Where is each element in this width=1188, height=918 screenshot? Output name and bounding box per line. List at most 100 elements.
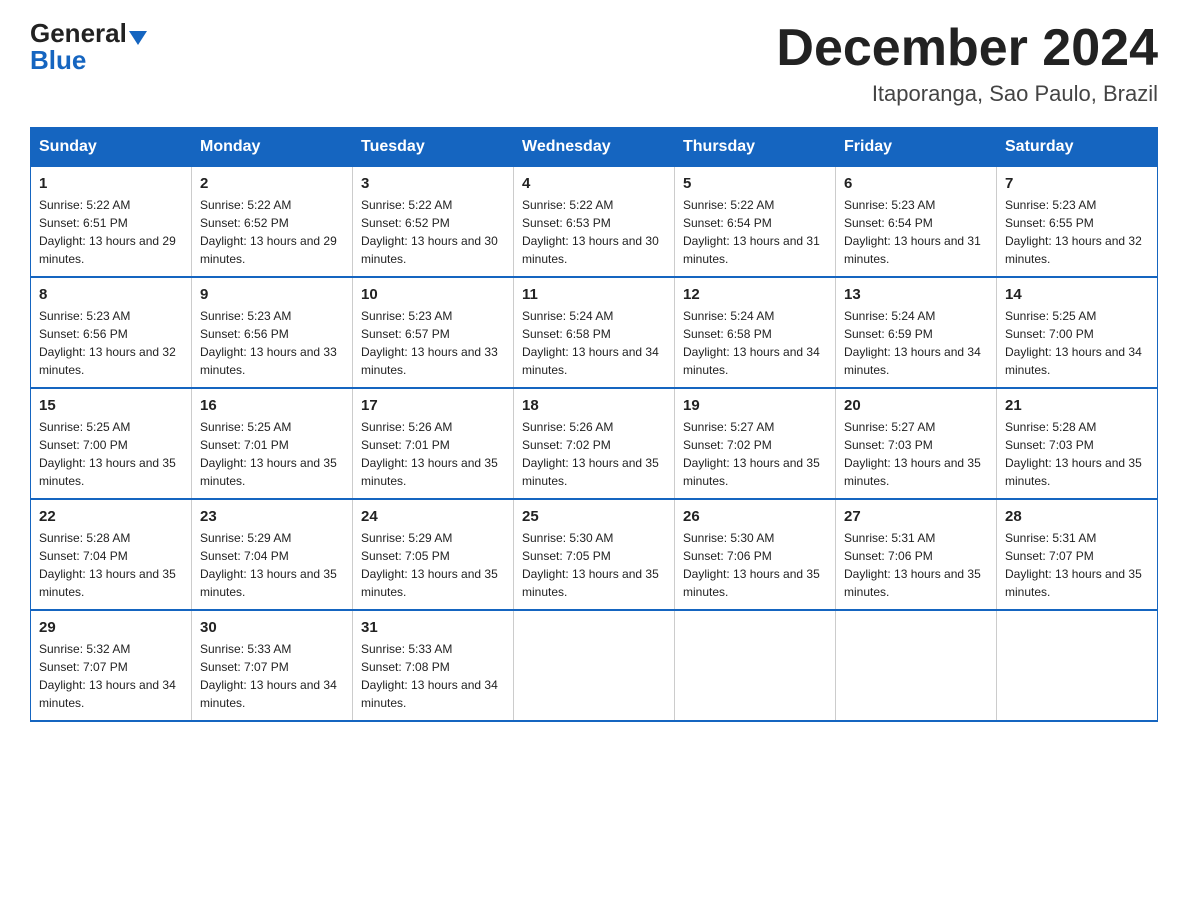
day-number: 2: [200, 175, 344, 192]
day-number: 20: [844, 397, 988, 414]
day-info: Sunrise: 5:28 AMSunset: 7:04 PMDaylight:…: [39, 529, 183, 601]
calendar-day-cell: 14 Sunrise: 5:25 AMSunset: 7:00 PMDayligh…: [997, 277, 1158, 388]
day-info: Sunrise: 5:23 AMSunset: 6:57 PMDaylight:…: [361, 307, 505, 379]
calendar-day-cell: 5 Sunrise: 5:22 AMSunset: 6:54 PMDaylight…: [675, 167, 836, 278]
day-number: 21: [1005, 397, 1149, 414]
col-thursday: Thursday: [675, 128, 836, 167]
calendar-day-cell: 28Sunrise: 5:31 AMSunset: 7:07 PMDayligh…: [997, 499, 1158, 610]
logo: General Blue: [30, 20, 147, 73]
day-number: 28: [1005, 508, 1149, 525]
day-info: Sunrise: 5:33 AMSunset: 7:07 PMDaylight:…: [200, 640, 344, 712]
day-number: 4: [522, 175, 666, 192]
day-info: Sunrise: 5:30 AMSunset: 7:05 PMDaylight:…: [522, 529, 666, 601]
calendar-day-cell: 10Sunrise: 5:23 AMSunset: 6:57 PMDayligh…: [353, 277, 514, 388]
day-info: Sunrise: 5:33 AMSunset: 7:08 PMDaylight:…: [361, 640, 505, 712]
calendar-day-cell: 27 Sunrise: 5:31 AMSunset: 7:06 PMDayligh…: [836, 499, 997, 610]
col-monday: Monday: [192, 128, 353, 167]
col-wednesday: Wednesday: [514, 128, 675, 167]
calendar-day-cell: 26 Sunrise: 5:30 AMSunset: 7:06 PMDayligh…: [675, 499, 836, 610]
calendar-day-cell: 1Sunrise: 5:22 AMSunset: 6:51 PMDaylight…: [31, 167, 192, 278]
day-info: Sunrise: 5:23 AMSunset: 6:56 PMDaylight:…: [200, 307, 344, 379]
day-info: Sunrise: 5:24 AMSunset: 6:59 PMDaylight:…: [844, 307, 988, 379]
day-number: 19: [683, 397, 827, 414]
day-number: 17: [361, 397, 505, 414]
calendar-week-row: 1Sunrise: 5:22 AMSunset: 6:51 PMDaylight…: [31, 167, 1158, 278]
calendar-table: Sunday Monday Tuesday Wednesday Thursday…: [30, 127, 1158, 722]
day-info: Sunrise: 5:27 AMSunset: 7:02 PMDaylight:…: [683, 418, 827, 490]
calendar-day-cell: 29Sunrise: 5:32 AMSunset: 7:07 PMDayligh…: [31, 610, 192, 721]
calendar-day-cell: 31 Sunrise: 5:33 AMSunset: 7:08 PMDayligh…: [353, 610, 514, 721]
day-info: Sunrise: 5:24 AMSunset: 6:58 PMDaylight:…: [522, 307, 666, 379]
logo-text: General: [30, 20, 147, 47]
calendar-body: 1Sunrise: 5:22 AMSunset: 6:51 PMDaylight…: [31, 167, 1158, 722]
calendar-day-cell: 13 Sunrise: 5:24 AMSunset: 6:59 PMDayligh…: [836, 277, 997, 388]
day-info: Sunrise: 5:22 AMSunset: 6:52 PMDaylight:…: [361, 196, 505, 268]
day-info: Sunrise: 5:31 AMSunset: 7:06 PMDaylight:…: [844, 529, 988, 601]
day-number: 22: [39, 508, 183, 525]
day-info: Sunrise: 5:28 AMSunset: 7:03 PMDaylight:…: [1005, 418, 1149, 490]
day-info: Sunrise: 5:25 AMSunset: 7:00 PMDaylight:…: [1005, 307, 1149, 379]
day-number: 23: [200, 508, 344, 525]
day-info: Sunrise: 5:25 AMSunset: 7:00 PMDaylight:…: [39, 418, 183, 490]
day-number: 5: [683, 175, 827, 192]
day-number: 7: [1005, 175, 1149, 192]
day-number: 3: [361, 175, 505, 192]
day-number: 26: [683, 508, 827, 525]
calendar-header: Sunday Monday Tuesday Wednesday Thursday…: [31, 128, 1158, 167]
calendar-day-cell: 22 Sunrise: 5:28 AMSunset: 7:04 PMDayligh…: [31, 499, 192, 610]
month-title: December 2024: [776, 20, 1158, 77]
day-info: Sunrise: 5:23 AMSunset: 6:54 PMDaylight:…: [844, 196, 988, 268]
calendar-day-cell: [514, 610, 675, 721]
col-sunday: Sunday: [31, 128, 192, 167]
calendar-day-cell: 20Sunrise: 5:27 AMSunset: 7:03 PMDayligh…: [836, 388, 997, 499]
day-info: Sunrise: 5:22 AMSunset: 6:54 PMDaylight:…: [683, 196, 827, 268]
calendar-day-cell: 17Sunrise: 5:26 AMSunset: 7:01 PMDayligh…: [353, 388, 514, 499]
day-number: 9: [200, 286, 344, 303]
calendar-day-cell: 9 Sunrise: 5:23 AMSunset: 6:56 PMDaylight…: [192, 277, 353, 388]
calendar-day-cell: 6 Sunrise: 5:23 AMSunset: 6:54 PMDaylight…: [836, 167, 997, 278]
calendar-day-cell: 15Sunrise: 5:25 AMSunset: 7:00 PMDayligh…: [31, 388, 192, 499]
calendar-day-cell: [997, 610, 1158, 721]
calendar-day-cell: 24 Sunrise: 5:29 AMSunset: 7:05 PMDayligh…: [353, 499, 514, 610]
location: Itaporanga, Sao Paulo, Brazil: [776, 81, 1158, 107]
day-number: 25: [522, 508, 666, 525]
col-tuesday: Tuesday: [353, 128, 514, 167]
calendar-day-cell: 25 Sunrise: 5:30 AMSunset: 7:05 PMDayligh…: [514, 499, 675, 610]
day-number: 14: [1005, 286, 1149, 303]
calendar-day-cell: 12Sunrise: 5:24 AMSunset: 6:58 PMDayligh…: [675, 277, 836, 388]
day-info: Sunrise: 5:29 AMSunset: 7:05 PMDaylight:…: [361, 529, 505, 601]
header-row: Sunday Monday Tuesday Wednesday Thursday…: [31, 128, 1158, 167]
col-friday: Friday: [836, 128, 997, 167]
day-number: 31: [361, 619, 505, 636]
day-number: 29: [39, 619, 183, 636]
day-number: 27: [844, 508, 988, 525]
calendar-day-cell: [836, 610, 997, 721]
day-info: Sunrise: 5:30 AMSunset: 7:06 PMDaylight:…: [683, 529, 827, 601]
day-info: Sunrise: 5:29 AMSunset: 7:04 PMDaylight:…: [200, 529, 344, 601]
calendar-day-cell: 4 Sunrise: 5:22 AMSunset: 6:53 PMDaylight…: [514, 167, 675, 278]
logo-triangle-icon: [129, 31, 147, 45]
calendar-day-cell: [675, 610, 836, 721]
calendar-week-row: 15Sunrise: 5:25 AMSunset: 7:00 PMDayligh…: [31, 388, 1158, 499]
day-number: 6: [844, 175, 988, 192]
day-info: Sunrise: 5:22 AMSunset: 6:52 PMDaylight:…: [200, 196, 344, 268]
calendar-day-cell: 21 Sunrise: 5:28 AMSunset: 7:03 PMDayligh…: [997, 388, 1158, 499]
page-header: General Blue December 2024 Itaporanga, S…: [30, 20, 1158, 107]
day-number: 24: [361, 508, 505, 525]
calendar-day-cell: 16Sunrise: 5:25 AMSunset: 7:01 PMDayligh…: [192, 388, 353, 499]
day-number: 11: [522, 286, 666, 303]
day-number: 8: [39, 286, 183, 303]
calendar-day-cell: 23 Sunrise: 5:29 AMSunset: 7:04 PMDayligh…: [192, 499, 353, 610]
calendar-week-row: 22 Sunrise: 5:28 AMSunset: 7:04 PMDayligh…: [31, 499, 1158, 610]
title-block: December 2024 Itaporanga, Sao Paulo, Bra…: [776, 20, 1158, 107]
calendar-day-cell: 7Sunrise: 5:23 AMSunset: 6:55 PMDaylight…: [997, 167, 1158, 278]
calendar-day-cell: 19 Sunrise: 5:27 AMSunset: 7:02 PMDayligh…: [675, 388, 836, 499]
day-info: Sunrise: 5:26 AMSunset: 7:02 PMDaylight:…: [522, 418, 666, 490]
day-number: 13: [844, 286, 988, 303]
day-number: 30: [200, 619, 344, 636]
calendar-day-cell: 2 Sunrise: 5:22 AMSunset: 6:52 PMDaylight…: [192, 167, 353, 278]
day-info: Sunrise: 5:22 AMSunset: 6:53 PMDaylight:…: [522, 196, 666, 268]
calendar-day-cell: 3 Sunrise: 5:22 AMSunset: 6:52 PMDaylight…: [353, 167, 514, 278]
calendar-day-cell: 18Sunrise: 5:26 AMSunset: 7:02 PMDayligh…: [514, 388, 675, 499]
col-saturday: Saturday: [997, 128, 1158, 167]
